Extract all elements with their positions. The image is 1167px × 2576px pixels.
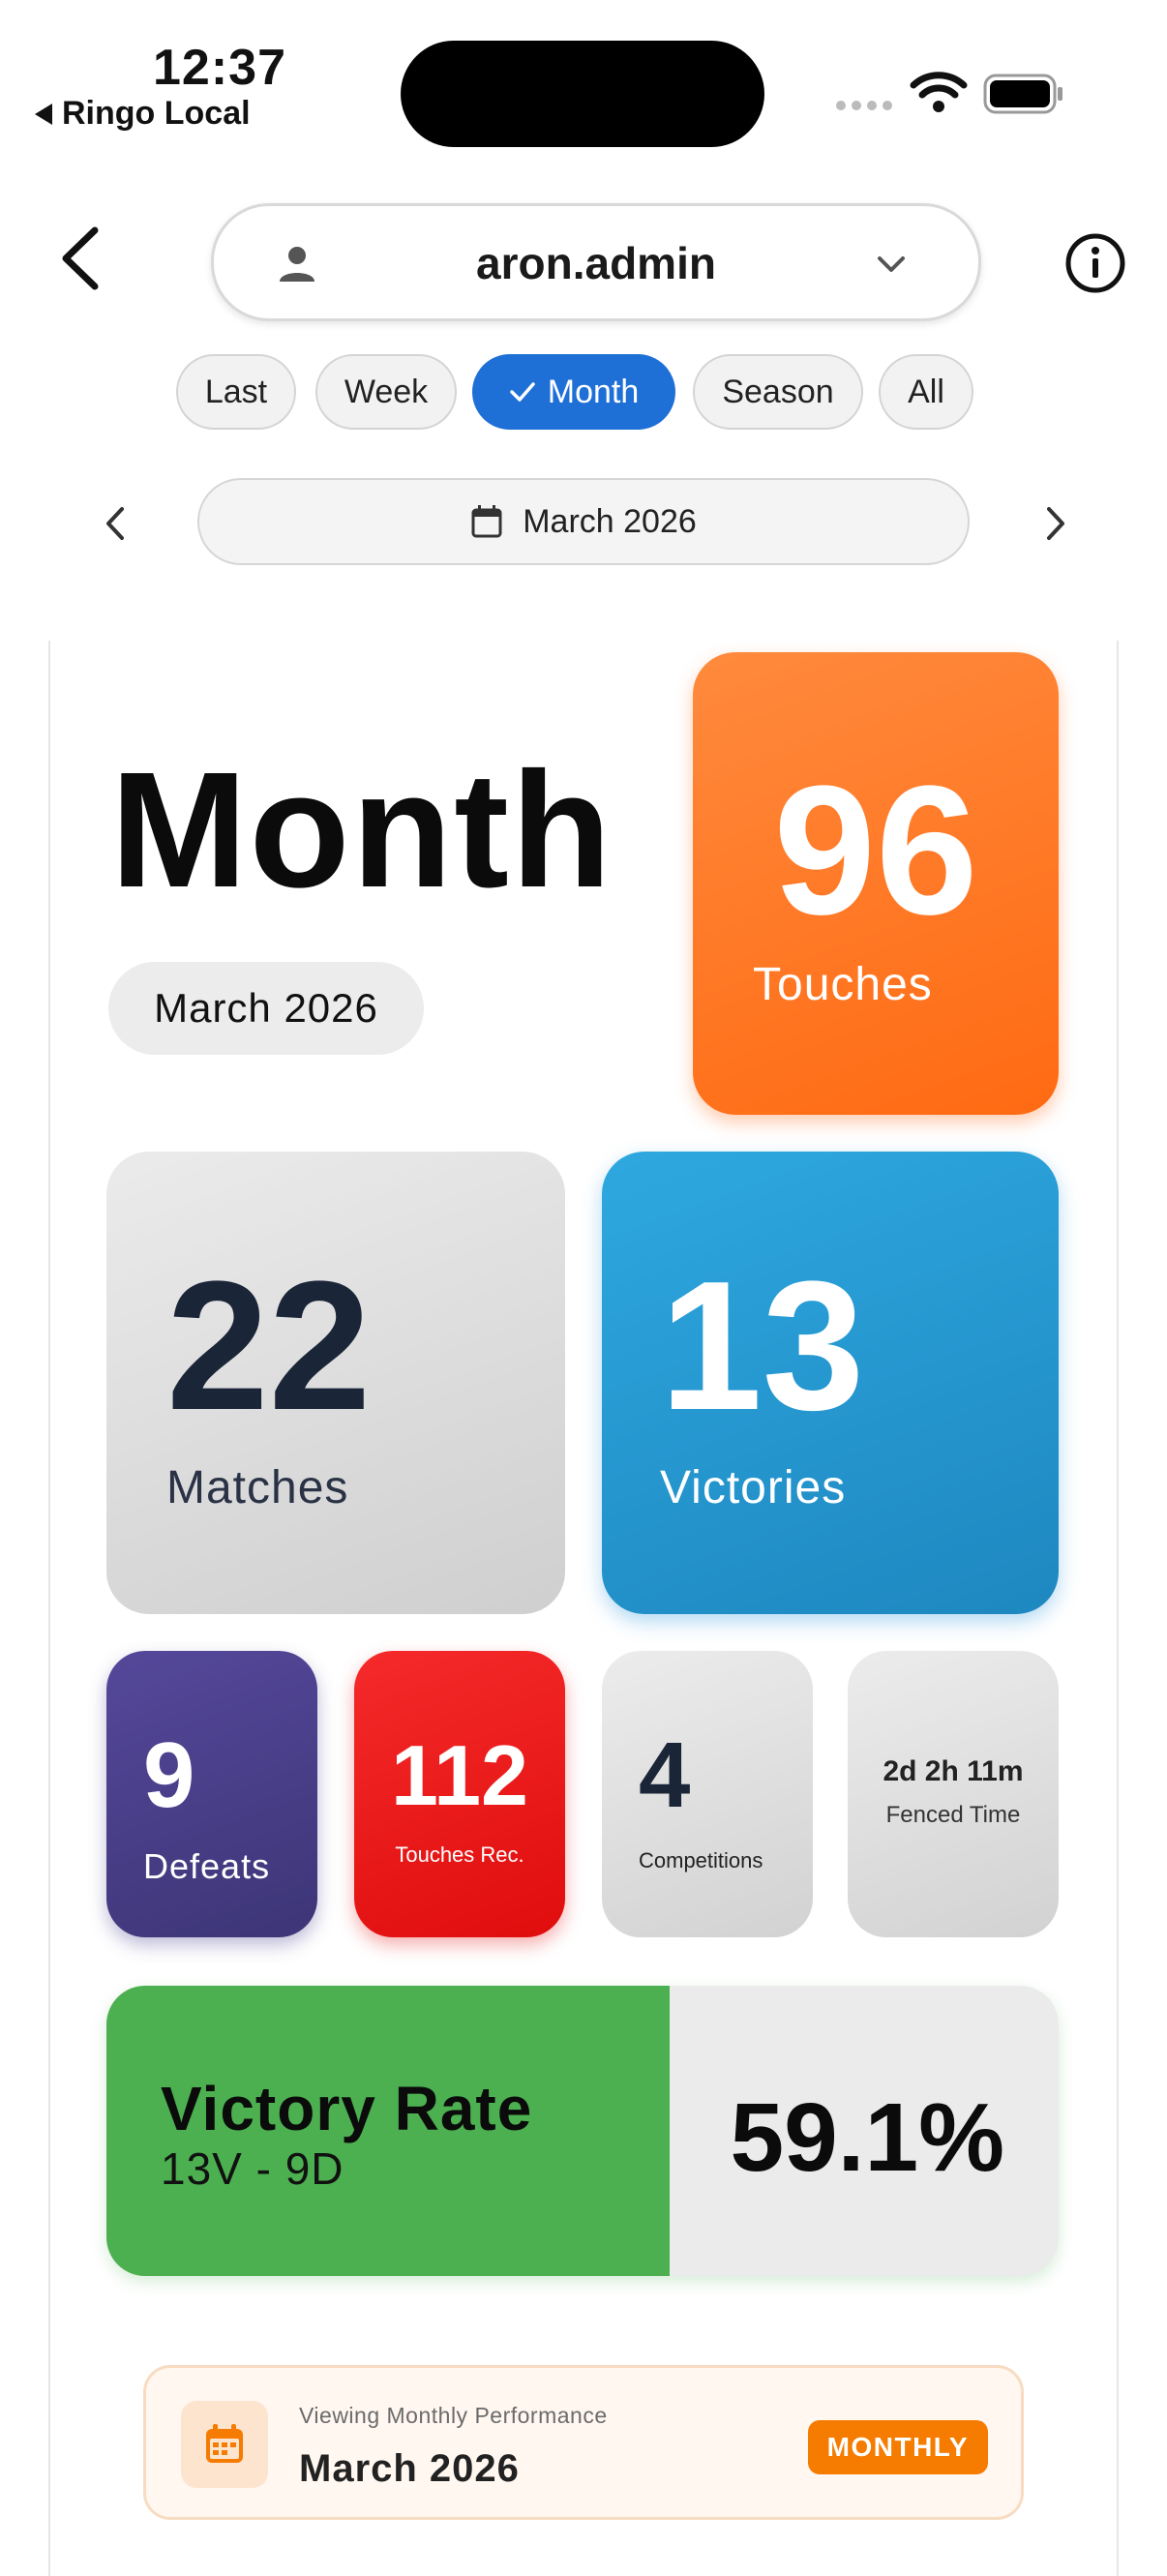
victory-rate-record: 13V - 9D [161, 2143, 344, 2194]
touches-label: Touches [753, 959, 933, 1010]
chevron-left-icon[interactable] [54, 225, 108, 292]
dynamic-island [401, 41, 764, 147]
fenced-time-stat-tile: 2d 2h 11m Fenced Time [848, 1651, 1059, 1937]
tab-week[interactable]: Week [315, 354, 457, 430]
cellular-signal-icon [836, 101, 892, 110]
next-month-chevron-icon[interactable] [1041, 503, 1070, 544]
username: aron.admin [476, 238, 716, 288]
tab-last[interactable]: Last [176, 354, 296, 430]
tab-all[interactable]: All [879, 354, 973, 430]
period-badge: March 2026 [108, 962, 424, 1055]
viewing-period-banner: Viewing Monthly Performance March 2026 M… [143, 2365, 1024, 2520]
fenced-time-value: 2d 2h 11m [883, 1755, 1024, 1787]
victories-label: Victories [660, 1462, 847, 1513]
info-icon[interactable] [1064, 232, 1126, 294]
back-triangle-icon [35, 103, 52, 125]
matches-label: Matches [166, 1462, 349, 1513]
tab-season[interactable]: Season [693, 354, 863, 430]
banner-month: March 2026 [299, 2447, 520, 2490]
touches-stat-tile: 96 Touches [693, 652, 1059, 1115]
date-picker-label: March 2026 [523, 502, 697, 540]
touches-received-stat-tile: 112 Touches Rec. [354, 1651, 565, 1937]
victory-rate-title: Victory Rate [161, 2074, 533, 2143]
chevron-down-icon [878, 256, 905, 272]
calendar-icon [471, 505, 502, 538]
fenced-time-label: Fenced Time [885, 1802, 1021, 1828]
defeats-label: Defeats [143, 1846, 271, 1886]
tab-month[interactable]: Month [472, 354, 675, 430]
date-picker-button[interactable]: March 2026 [197, 478, 970, 565]
checkmark-icon [510, 382, 535, 402]
banner-icon-container [181, 2401, 268, 2488]
status-time: 12:37 [153, 40, 286, 96]
previous-month-chevron-icon[interactable] [101, 503, 130, 544]
touches-received-label: Touches Rec. [395, 1842, 524, 1867]
victory-rate-value: 59.1% [730, 2083, 1004, 2192]
matches-stat-tile: 22 Matches [106, 1152, 565, 1614]
tab-label: Last [204, 373, 268, 410]
touches-received-value: 112 [391, 1727, 528, 1823]
banner-caption: Viewing Monthly Performance [299, 2403, 608, 2428]
tab-label: Month [547, 373, 640, 410]
victories-value: 13 [660, 1243, 865, 1449]
competitions-label: Competitions [639, 1848, 763, 1872]
tab-label: All [908, 373, 944, 410]
status-back-label: Ringo Local [62, 95, 251, 132]
monthly-badge: MONTHLY [807, 2420, 988, 2474]
battery-icon [983, 74, 1062, 114]
touches-value: 96 [773, 748, 978, 953]
summary-title: Month [110, 738, 613, 922]
victory-rate-bar: Victory Rate 13V - 9D 59.1% [106, 1986, 1059, 2276]
defeats-value: 9 [143, 1723, 195, 1827]
victories-stat-tile: 13 Victories [602, 1152, 1059, 1614]
matches-value: 22 [166, 1243, 372, 1449]
user-selector[interactable]: aron.admin [211, 203, 981, 321]
status-back-link[interactable]: Ringo Local [35, 95, 251, 133]
competitions-value: 4 [639, 1723, 691, 1827]
tab-label: Week [344, 373, 429, 410]
wifi-icon [910, 72, 968, 112]
calendar-icon [206, 2424, 243, 2463]
competitions-stat-tile: 4 Competitions [602, 1651, 813, 1937]
tab-label: Season [722, 373, 834, 410]
defeats-stat-tile: 9 Defeats [106, 1651, 317, 1937]
